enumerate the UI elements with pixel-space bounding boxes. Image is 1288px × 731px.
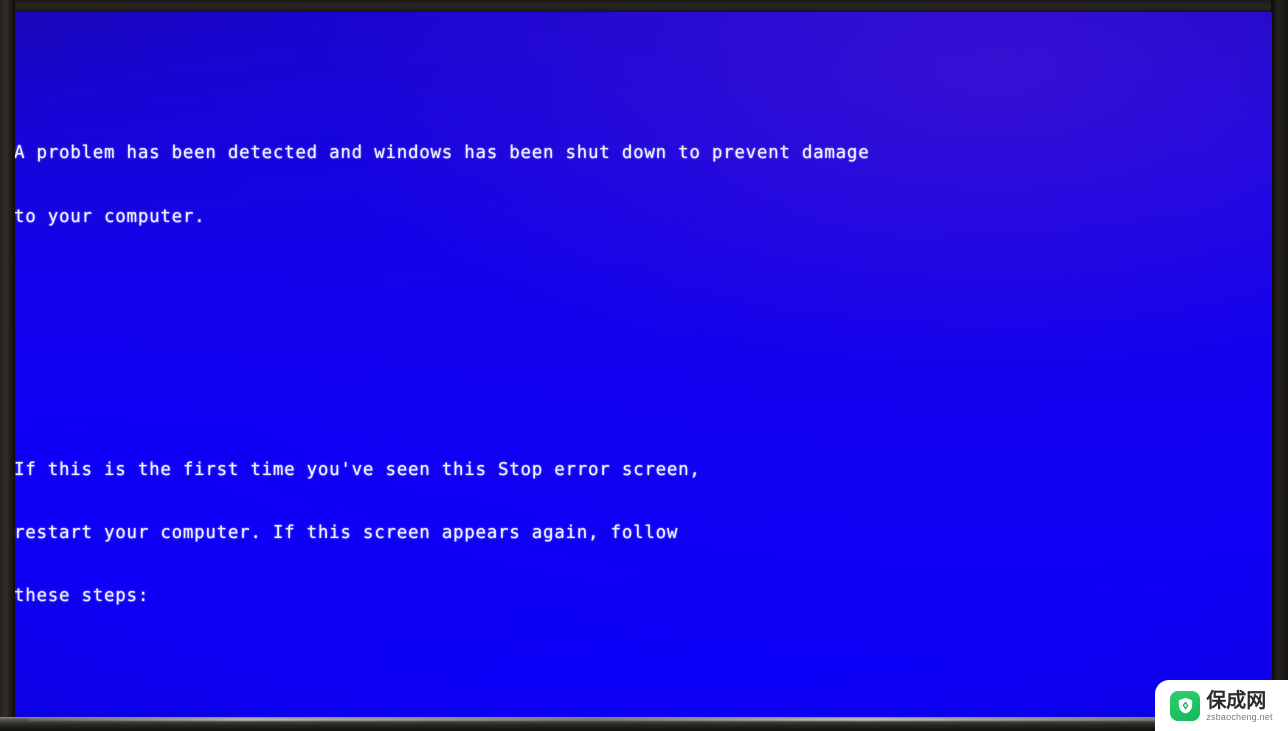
bsod-blank-line — [15, 333, 1272, 354]
monitor-bezel-bottom — [0, 717, 1288, 731]
monitor-bezel-left — [0, 0, 15, 725]
bsod-paragraph-first-time: If this is the first time you've seen th… — [15, 418, 1272, 650]
watermark-site-url: zsbaocheng.net — [1206, 711, 1273, 722]
bsod-text-block: A problem has been detected and windows … — [15, 38, 1272, 719]
bsod-line: these steps: — [15, 586, 150, 607]
blue-screen-of-death: A problem has been detected and windows … — [15, 12, 1272, 719]
bsod-line: to your computer. — [15, 206, 206, 227]
watermark-site-name: 保成网 — [1206, 687, 1267, 712]
bsod-line: A problem has been detected and windows … — [15, 143, 870, 164]
site-watermark: 保成网 zsbaocheng.net — [1155, 680, 1288, 731]
monitor-bezel-right — [1271, 0, 1288, 731]
bsod-line: restart your computer. If this screen ap… — [15, 523, 679, 544]
bezel-highlight — [28, 718, 1258, 721]
shield-icon — [1170, 690, 1201, 721]
watermark-text: 保成网 zsbaocheng.net — [1206, 690, 1272, 722]
bsod-paragraph-intro: A problem has been detected and windows … — [15, 101, 1272, 270]
monitor-photo: A problem has been detected and windows … — [0, 0, 1288, 731]
bsod-line: If this is the first time you've seen th… — [15, 459, 701, 480]
